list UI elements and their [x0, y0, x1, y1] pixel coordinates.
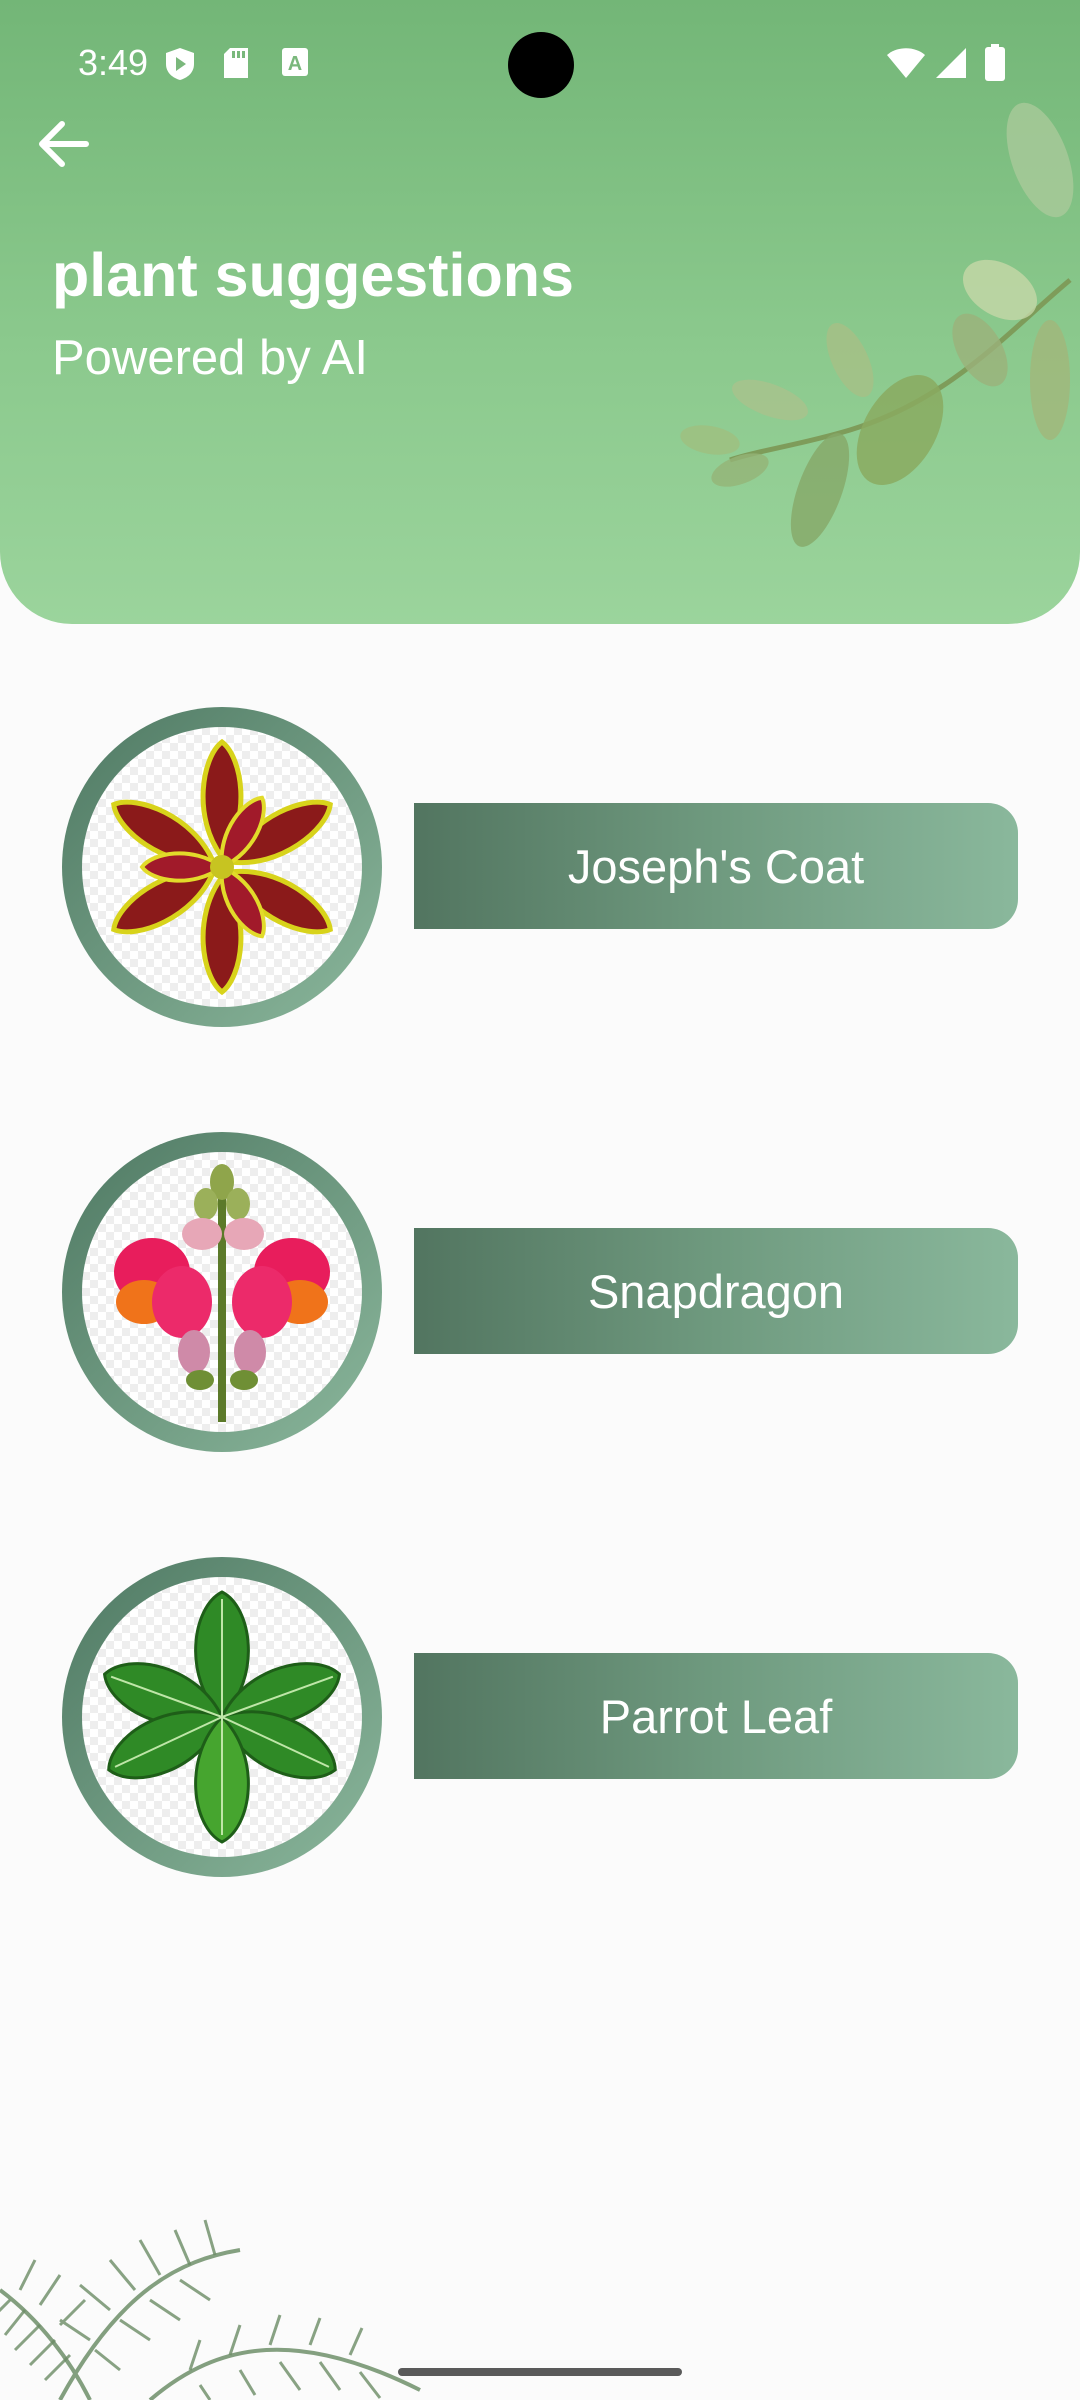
signal-icon: [936, 48, 966, 78]
svg-text:A: A: [288, 53, 302, 75]
page-subtitle: Powered by AI: [52, 331, 368, 385]
plant-image-parrot-leaf: [82, 1577, 362, 1857]
suggestion-item[interactable]: Parrot Leaf: [0, 1557, 1080, 1877]
plant-thumbnail-ring[interactable]: [62, 1557, 382, 1877]
status-bar: 3:49 A: [0, 0, 1080, 130]
plant-name-button[interactable]: Parrot Leaf: [414, 1653, 1018, 1779]
header-banner: 3:49 A plant suggestions Powered by AI: [0, 0, 1080, 624]
palm-leaf-decoration: [0, 2219, 421, 2400]
plant-name-button[interactable]: Snapdragon: [414, 1228, 1018, 1354]
suggestion-item[interactable]: Snapdragon: [0, 1132, 1080, 1452]
sd-card-icon: [224, 48, 248, 78]
plant-thumbnail-ring[interactable]: [62, 1132, 382, 1452]
camera-cutout: [508, 32, 574, 98]
plant-name-button[interactable]: Joseph's Coat: [414, 803, 1018, 929]
leaf-branch-decoration: [680, 102, 1074, 547]
home-indicator[interactable]: [398, 2368, 682, 2376]
a-box-icon: A: [282, 48, 308, 76]
plant-image-josephs-coat: [82, 727, 362, 1007]
plant-thumbnail-ring[interactable]: [62, 707, 382, 1027]
page-title: plant suggestions: [52, 241, 574, 309]
plant-image-snapdragon: [82, 1152, 362, 1432]
wifi-icon: [887, 48, 925, 78]
suggestion-item[interactable]: Joseph's Coat: [0, 707, 1080, 1027]
battery-icon: [985, 44, 1005, 81]
status-time: 3:49: [78, 42, 149, 83]
back-arrow-icon[interactable]: [32, 112, 96, 176]
shield-play-icon: [166, 48, 194, 80]
